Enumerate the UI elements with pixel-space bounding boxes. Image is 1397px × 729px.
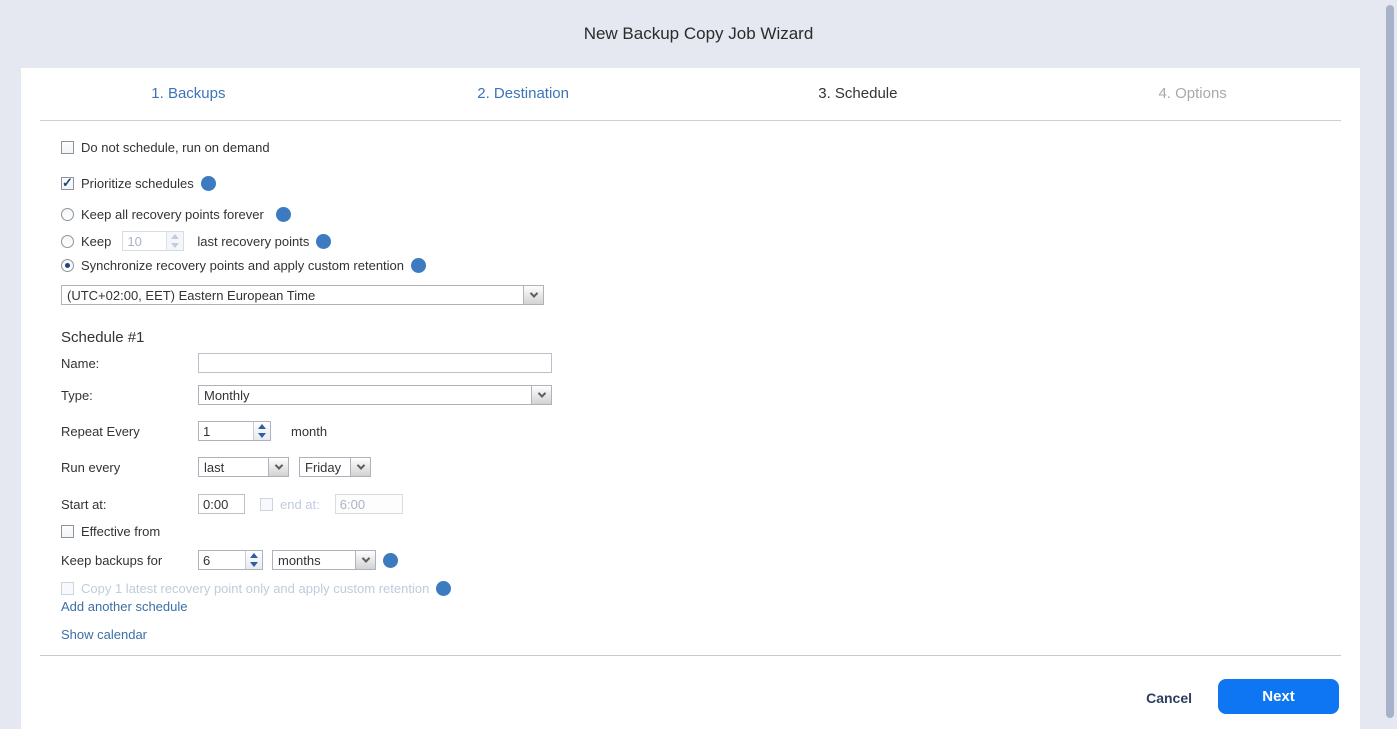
chevron-down-icon[interactable] [523, 286, 543, 304]
keep-backups-input[interactable] [199, 551, 245, 569]
run-day-select[interactable]: Friday [299, 457, 371, 477]
keep-forever-row: Keep all recovery points forever [61, 204, 291, 224]
copy-latest-row: Copy 1 latest recovery point only and ap… [61, 578, 451, 598]
sync-retention-row: Synchronize recovery points and apply cu… [61, 255, 426, 275]
prioritize-info-icon[interactable] [201, 176, 216, 191]
schedule-heading: Schedule #1 [61, 329, 144, 346]
keep-forever-radio[interactable] [61, 208, 74, 221]
type-value: Monthly [204, 388, 250, 403]
end-at-checkbox [260, 498, 273, 511]
type-select[interactable]: Monthly [198, 385, 552, 405]
steps-divider [40, 120, 1341, 121]
keep-backups-stepper-arrows [245, 551, 262, 569]
name-input[interactable] [198, 353, 552, 373]
repeat-stepper[interactable] [198, 421, 271, 441]
chevron-down-icon[interactable] [355, 551, 375, 569]
start-at-label: Start at: [61, 497, 191, 512]
cancel-button[interactable]: Cancel [1146, 688, 1192, 708]
run-day-value: Friday [305, 460, 341, 475]
name-label: Name: [61, 356, 191, 371]
keep-backups-unit-select[interactable]: months [272, 550, 376, 570]
wizard-card: 1. Backups 2. Destination 3. Schedule 4.… [21, 68, 1360, 729]
wizard-titlebar: New Backup Copy Job Wizard [0, 0, 1397, 68]
keep-forever-label: Keep all recovery points forever [81, 207, 264, 222]
repeat-stepper-arrows [253, 422, 270, 440]
type-row: Type: Monthly [61, 385, 552, 405]
copy-latest-info-icon[interactable] [436, 581, 451, 596]
keep-last-info-icon[interactable] [316, 234, 331, 249]
keep-last-label: Keep [81, 234, 111, 249]
show-calendar-link[interactable]: Show calendar [61, 627, 147, 642]
add-schedule-link[interactable]: Add another schedule [61, 599, 187, 614]
timezone-value: (UTC+02:00, EET) Eastern European Time [67, 288, 315, 303]
keep-backups-label: Keep backups for [61, 553, 191, 568]
name-row: Name: [61, 353, 552, 373]
run-on-demand-label: Do not schedule, run on demand [81, 140, 270, 155]
repeat-row: Repeat Every month [61, 421, 327, 441]
keep-backups-unit-value: months [278, 553, 321, 568]
stepper-up-icon [167, 232, 183, 241]
copy-latest-label: Copy 1 latest recovery point only and ap… [81, 581, 429, 596]
keep-backups-stepper[interactable] [198, 550, 263, 570]
step-tab-destination[interactable]: 2. Destination [356, 68, 691, 120]
sync-retention-label: Synchronize recovery points and apply cu… [81, 258, 404, 273]
stepper-down-icon[interactable] [246, 560, 262, 569]
stepper-up-icon[interactable] [254, 422, 270, 431]
vertical-scrollbar[interactable] [1386, 5, 1394, 718]
start-at-row: Start at: end at: [61, 494, 403, 514]
run-every-label: Run every [61, 460, 191, 475]
show-calendar-row: Show calendar [61, 624, 147, 644]
step-tab-schedule[interactable]: 3. Schedule [691, 68, 1026, 120]
end-at-label: end at: [280, 497, 320, 512]
effective-from-label: Effective from [81, 524, 160, 539]
repeat-unit-label: month [291, 424, 327, 439]
wizard-title: New Backup Copy Job Wizard [584, 24, 814, 44]
keep-last-count-arrows [166, 232, 183, 250]
type-label: Type: [61, 388, 191, 403]
keep-backups-info-icon[interactable] [383, 553, 398, 568]
keep-last-row: Keep last recovery points [61, 231, 331, 251]
run-ordinal-select[interactable]: last [198, 457, 289, 477]
start-time-input[interactable] [198, 494, 245, 514]
repeat-input[interactable] [199, 422, 253, 440]
stepper-down-icon [167, 241, 183, 250]
chevron-down-icon[interactable] [268, 458, 288, 476]
keep-last-suffix-label: last recovery points [197, 234, 309, 249]
run-on-demand-row: Do not schedule, run on demand [61, 137, 270, 157]
next-button[interactable]: Next [1218, 679, 1339, 714]
end-time-input [335, 494, 403, 514]
run-ordinal-value: last [204, 460, 224, 475]
keep-last-count-input [123, 232, 166, 250]
effective-from-checkbox[interactable] [61, 525, 74, 538]
step-tab-options: 4. Options [1025, 68, 1360, 120]
run-every-row: Run every last Friday [61, 457, 371, 477]
run-on-demand-checkbox[interactable] [61, 141, 74, 154]
prioritize-label: Prioritize schedules [81, 176, 194, 191]
chevron-down-icon[interactable] [531, 386, 551, 404]
repeat-label: Repeat Every [61, 424, 191, 439]
stepper-up-icon[interactable] [246, 551, 262, 560]
timezone-row: (UTC+02:00, EET) Eastern European Time [61, 285, 544, 305]
wizard-steps: 1. Backups 2. Destination 3. Schedule 4.… [21, 68, 1360, 120]
keep-last-count-stepper [122, 231, 184, 251]
keep-last-radio[interactable] [61, 235, 74, 248]
prioritize-checkbox[interactable] [61, 177, 74, 190]
timezone-select[interactable]: (UTC+02:00, EET) Eastern European Time [61, 285, 544, 305]
sync-retention-radio[interactable] [61, 259, 74, 272]
copy-latest-checkbox [61, 582, 74, 595]
prioritize-row: Prioritize schedules [61, 173, 216, 193]
effective-from-row: Effective from [61, 521, 160, 541]
chevron-down-icon[interactable] [350, 458, 370, 476]
step-tab-backups[interactable]: 1. Backups [21, 68, 356, 120]
stepper-down-icon[interactable] [254, 431, 270, 440]
footer-divider [40, 655, 1341, 656]
sync-retention-info-icon[interactable] [411, 258, 426, 273]
add-schedule-row: Add another schedule [61, 596, 187, 616]
keep-backups-row: Keep backups for months [61, 550, 398, 570]
keep-forever-info-icon[interactable] [276, 207, 291, 222]
